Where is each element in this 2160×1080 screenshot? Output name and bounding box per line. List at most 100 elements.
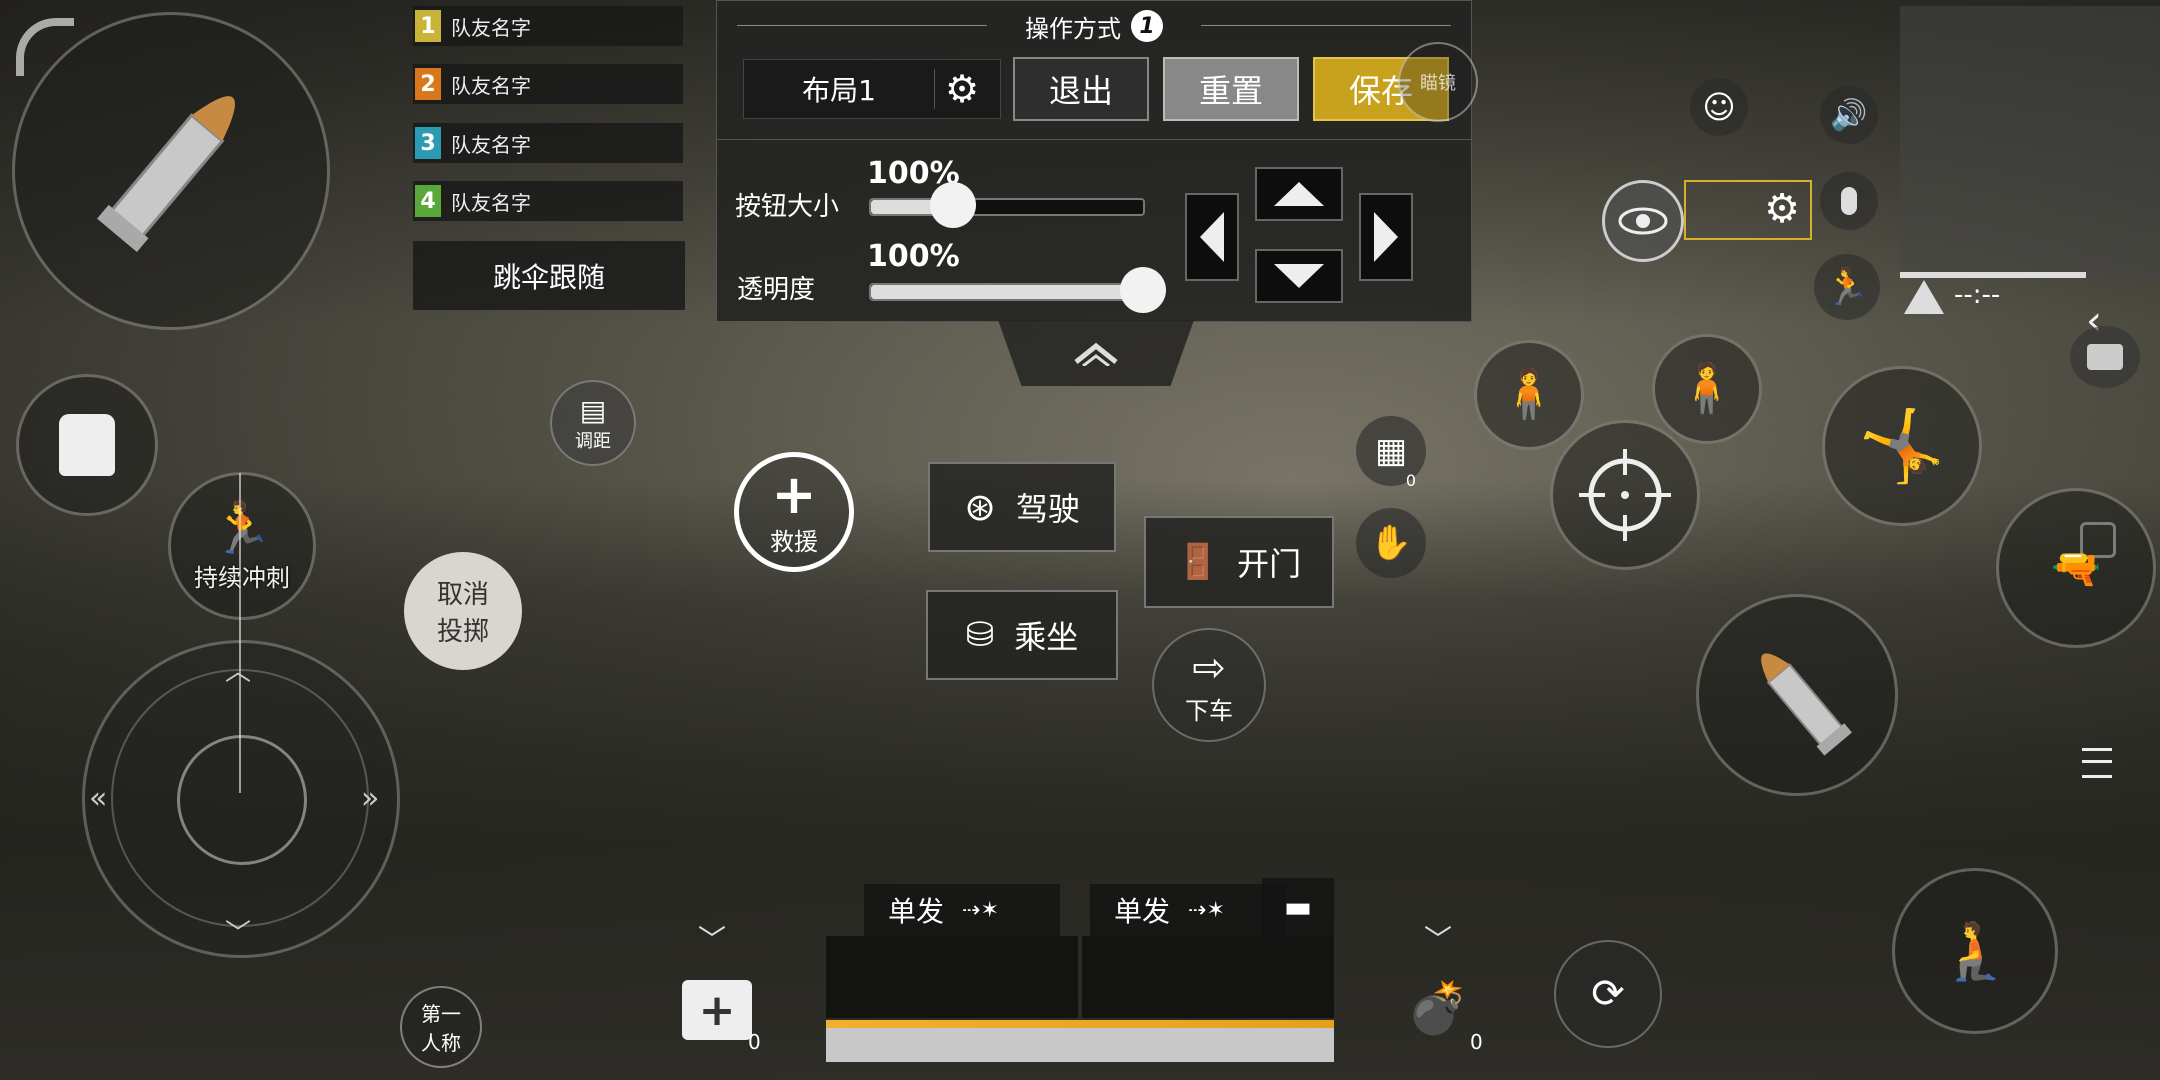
exit-vehicle-button[interactable]: ⇨ 下车 [1152,628,1266,742]
sprint-icon: 🏃 [210,499,274,557]
sprint-guide-line [239,473,241,793]
fire-button-right[interactable] [1696,594,1898,796]
grenade-button[interactable]: 💣 [1406,974,1470,1042]
joystick-right-chevron-icon: » [361,781,380,816]
perspective-line2: 人称 [421,1031,461,1055]
scope-label: 瞄镜 [1420,73,1456,94]
teammate-name: 队友名字 [451,190,531,215]
teammate-2: 2 队友名字 [413,64,683,104]
layout-selector[interactable]: 布局1 ⚙ [743,59,1001,119]
gear-icon[interactable]: ⚙ [945,67,979,111]
microphone-icon [1841,187,1857,215]
ammo-bar [826,1020,1334,1062]
parachute-follow-button[interactable]: 跳伞跟随 [413,241,685,310]
opacity-slider[interactable] [869,267,1166,313]
prone-icon: 🔫 [2051,545,2101,592]
move-left-button[interactable] [1185,193,1239,281]
weapon-slot-2[interactable] [1082,936,1334,1018]
medkit-chevron-icon[interactable]: ﹀ [698,918,726,958]
slider-knob[interactable] [929,182,976,228]
minimap-timer: --:-- [1954,280,2001,310]
teammate-1: 1 队友名字 [413,6,683,46]
rescue-button[interactable]: + 救援 [734,452,854,572]
grenade-icon: 💣 [1406,978,1470,1037]
ride-label: 乘坐 [1014,618,1079,656]
ride-button[interactable]: ⛁ 乘坐 [926,590,1118,680]
bullet-icon [97,96,235,253]
slider-knob[interactable] [1120,267,1166,313]
sprint-label: 持续冲刺 [194,564,290,592]
jump-button[interactable]: 🤸 [1822,366,1982,526]
crouch-icon: 🧎 [1940,919,2010,984]
lean-left-button[interactable]: 🧍 [1474,340,1584,450]
joystick-down-chevron-icon: ﹀ [225,919,252,949]
reload-button[interactable]: ⟳ [1554,940,1662,1048]
speaker-button[interactable]: 🔊 [1820,86,1878,144]
exit-vehicle-label: 下车 [1185,696,1233,725]
aim-button[interactable] [1550,420,1700,570]
cancel-throw-line1: 取消 [436,580,489,610]
joystick-thumb[interactable] [177,735,307,865]
drive-button[interactable]: ⊛ 驾驶 [928,462,1116,552]
lean-right-button[interactable]: 🧍 [1652,334,1762,444]
zeroing-button[interactable]: ▤ 调距 [550,380,636,466]
settings-selected-frame[interactable]: ⚙ [1684,180,1812,240]
microphone-button[interactable] [1820,172,1878,230]
teammate-number: 1 [415,10,441,42]
sprint-button[interactable]: 🏃 持续冲刺 [168,472,316,620]
prone-button[interactable]: 🔫 [1996,488,2156,648]
exit-button[interactable]: 退出 [1013,57,1149,121]
warning-icon [1904,280,1944,314]
weapon-slot-1[interactable] [826,936,1078,1018]
perspective-line1: 第一 [421,1002,461,1026]
chat-button[interactable] [2070,326,2140,388]
open-door-button[interactable]: 🚪 开门 [1144,516,1334,608]
lean-right-icon: 🧍 [1675,359,1739,418]
jump-icon: 🤸 [1858,404,1946,487]
collapse-panel-tab[interactable] [998,320,1194,386]
zeroing-icon: ▤ [579,393,607,427]
scope-button[interactable]: 瞄镜 [1398,42,1478,122]
layout-name: 布局1 [802,74,876,107]
rescue-label: 救援 [770,527,818,556]
menu-icon[interactable] [2082,748,2112,778]
speaker-icon: 🔊 [1830,97,1868,133]
perspective-toggle-button[interactable]: 第一 人称 [400,986,482,1068]
emote-button[interactable]: ☺ [1690,78,1748,136]
medkit-button[interactable]: + [682,980,752,1040]
move-right-button[interactable] [1359,193,1413,281]
minimap[interactable] [1900,6,2160,276]
arrow-down-icon [1274,264,1324,288]
grenade-count: 0 [1470,1030,1483,1054]
fire-mode-1-label: 单发 [888,895,945,928]
movement-joystick[interactable]: ︿ ﹀ « » [82,473,400,958]
move-up-button[interactable] [1255,167,1343,221]
pistol-slot[interactable]: ▬ [1262,878,1334,936]
move-down-button[interactable] [1255,249,1343,303]
ammo-bar-top-stripe [826,1020,1334,1028]
joystick-left-chevron-icon: « [89,781,108,816]
fire-mode-2-label: 单发 [1114,895,1171,928]
arrow-right-icon [1374,212,1398,262]
grenade-chevron-icon[interactable]: ﹀ [1424,918,1452,958]
chat-bubble-icon [2087,344,2123,370]
teammate-name: 队友名字 [451,73,531,98]
fire-mode-1[interactable]: 单发 ⇢✶ [864,884,1060,936]
cancel-throw-button[interactable]: 取消 投掷 [404,552,522,670]
crouch-button[interactable]: 🧎 [1892,868,2058,1034]
menu-icon-middle-line [2082,760,2112,763]
reset-button[interactable]: 重置 [1163,57,1299,121]
steering-wheel-icon: ⊛ [964,485,996,529]
backpack-button[interactable] [16,374,158,516]
crate-count: 0 [1405,471,1416,490]
pickup-button[interactable]: ✋ [1356,508,1426,578]
fire-button-left[interactable] [12,12,330,330]
exit-vehicle-icon: ⇨ [1192,644,1226,691]
crate-button[interactable]: ▦ 0 [1356,416,1426,490]
chevron-up-icon [1074,342,1118,366]
run-toggle-button[interactable]: 🏃 [1814,254,1880,320]
button-size-slider[interactable] [869,182,1145,228]
fire-mode-2[interactable]: 单发 ⇢✶ [1090,884,1286,936]
arrow-up-icon [1274,182,1324,206]
free-look-button[interactable] [1602,180,1684,262]
